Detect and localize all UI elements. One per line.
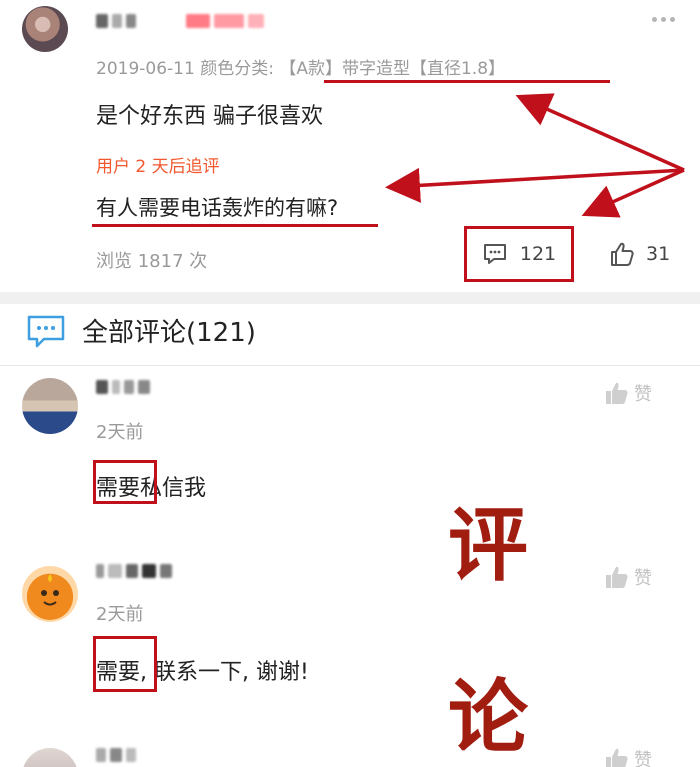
annotation-char-ping: 评 [448,499,528,592]
commenter-avatar[interactable] [22,748,78,767]
comment-count-button[interactable]: 121 [464,226,574,282]
commenter-name-blurred [96,380,150,394]
screenshot-page: 2019-06-11 颜色分类: 【A款】带字造型【直径1.8】 是个好东西 骗… [0,0,700,767]
section-divider [0,292,700,304]
thumbs-up-icon [606,382,628,404]
all-comments-header: 全部评论(121) [0,304,700,366]
view-count: 浏览 1817 次 [96,251,208,272]
annotation-char-lun: 论 [448,671,528,764]
review-like-count: 31 [646,243,671,265]
comment-item: 2天前 需要, 联系一下, 谢谢! 赞 [0,548,700,728]
comment-time: 2天前 [96,422,144,443]
thumbs-up-icon [611,242,634,266]
comment-like-button[interactable]: 赞 [604,564,652,590]
annotation-box [93,460,157,504]
thumbs-up-icon [606,566,628,588]
cartoon-avatar-icon [33,574,67,613]
reviewer-badges-blurred [186,14,264,28]
reviewer-name-blurred [96,14,136,28]
more-options-icon[interactable] [652,17,675,22]
like-label: 赞 [634,384,652,405]
annotation-box [93,636,157,692]
reviewer-avatar[interactable] [22,6,68,52]
followup-label: 用户 2 天后追评 [96,157,220,177]
annotation-underline-followup [92,224,378,227]
review-category-label: 颜色分类: [200,59,274,79]
review-card: 2019-06-11 颜色分类: 【A款】带字造型【直径1.8】 是个好东西 骗… [0,0,700,292]
followup-text: 有人需要电话轰炸的有嘛? [96,196,339,220]
comment-item: 赞 [0,736,700,767]
review-like-button[interactable]: 31 [608,240,670,268]
thumbs-up-icon [606,748,628,767]
review-meta: 2019-06-11 颜色分类: 【A款】带字造型【直径1.8】 [96,54,505,79]
comment-like-button[interactable]: 赞 [604,380,652,406]
like-label: 赞 [634,750,652,767]
annotation-underline-category [324,80,610,83]
comment-item: 2天前 需要私信我 赞 [0,366,700,546]
comment-bubble-icon [483,244,506,264]
comment-like-button[interactable]: 赞 [604,746,652,767]
comment-rest: , 联系一下, 谢谢! [140,660,309,685]
all-comments-title: 全部评论(121) [82,318,256,348]
like-label: 赞 [634,568,652,589]
commenter-name-blurred [96,564,172,578]
commenter-name-blurred [96,748,136,762]
chat-bubble-icon [27,315,65,348]
comment-count: 121 [519,243,557,265]
commenter-avatar[interactable] [22,378,78,434]
commenter-avatar[interactable] [22,566,78,622]
comment-time: 2天前 [96,604,144,625]
review-date: 2019-06-11 [96,59,195,79]
review-content: 是个好东西 骗子很喜欢 [96,104,323,129]
review-category-value: 【A款】带字造型【直径1.8】 [279,59,506,79]
